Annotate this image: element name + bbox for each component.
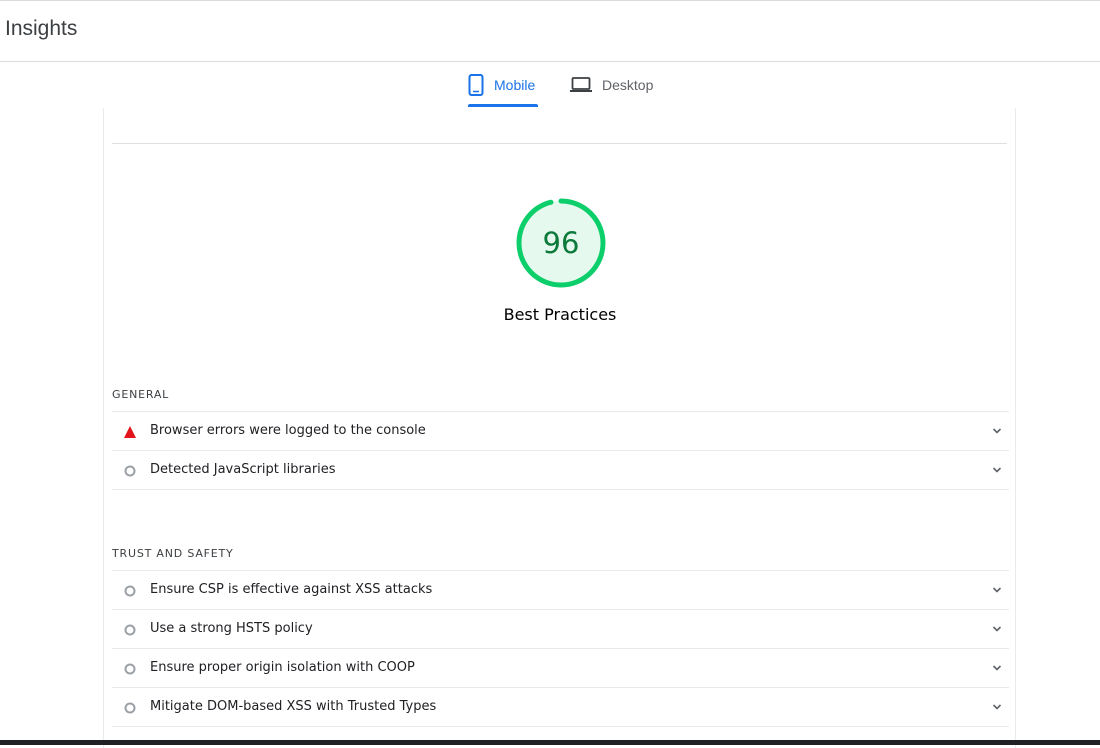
audit-list-trust-and-safety: Ensure CSP is effective against XSS atta…: [112, 570, 1009, 727]
circle-icon: [123, 662, 137, 676]
circle-icon: [123, 584, 137, 598]
chevron-down-icon[interactable]: [991, 584, 1003, 596]
top-bar: Insights: [0, 0, 1100, 62]
bottom-bar: [0, 740, 1100, 745]
group-title-trust-and-safety: TRUST AND SAFETY: [112, 547, 234, 560]
score-gauge: 96: [514, 196, 608, 290]
report-panel: 96 Best Practices GENERAL Browser errors…: [103, 108, 1016, 748]
group-title-general: GENERAL: [112, 388, 170, 401]
page-title: Insights: [5, 17, 78, 40]
audit-title: Ensure CSP is effective against XSS atta…: [150, 582, 433, 597]
audit-row[interactable]: Ensure proper origin isolation with COOP: [112, 649, 1009, 688]
tab-mobile[interactable]: Mobile: [468, 62, 538, 108]
circle-icon: [123, 464, 137, 478]
circle-icon: [123, 623, 137, 637]
audit-row[interactable]: Mitigate DOM-based XSS with Trusted Type…: [112, 688, 1009, 727]
audit-title: Mitigate DOM-based XSS with Trusted Type…: [150, 699, 437, 714]
audit-row[interactable]: Detected JavaScript libraries: [112, 451, 1009, 490]
audit-title: Ensure proper origin isolation with COOP: [150, 660, 415, 675]
tab-desktop-label: Desktop: [602, 77, 654, 93]
tab-mobile-label: Mobile: [494, 77, 536, 93]
warning-triangle-icon: [123, 425, 137, 439]
chevron-down-icon[interactable]: [991, 701, 1003, 713]
gauge-label: Best Practices: [503, 305, 617, 324]
device-tabs: Mobile Desktop: [0, 62, 1100, 108]
audit-title: Browser errors were logged to the consol…: [150, 423, 426, 438]
audit-title: Use a strong HSTS policy: [150, 621, 313, 636]
phone-icon: [468, 74, 484, 96]
tab-desktop[interactable]: Desktop: [570, 62, 660, 108]
audit-row[interactable]: Use a strong HSTS policy: [112, 610, 1009, 649]
circle-icon: [123, 701, 137, 715]
chevron-down-icon[interactable]: [991, 464, 1003, 476]
laptop-icon: [570, 77, 592, 93]
audit-row[interactable]: Ensure CSP is effective against XSS atta…: [112, 571, 1009, 610]
chevron-down-icon[interactable]: [991, 662, 1003, 674]
chevron-down-icon[interactable]: [991, 623, 1003, 635]
audit-row[interactable]: Browser errors were logged to the consol…: [112, 412, 1009, 451]
chevron-down-icon[interactable]: [991, 425, 1003, 437]
divider: [112, 143, 1007, 144]
gauge-score: 96: [542, 226, 580, 260]
audit-title: Detected JavaScript libraries: [150, 462, 336, 477]
audit-list-general: Browser errors were logged to the consol…: [112, 411, 1009, 490]
